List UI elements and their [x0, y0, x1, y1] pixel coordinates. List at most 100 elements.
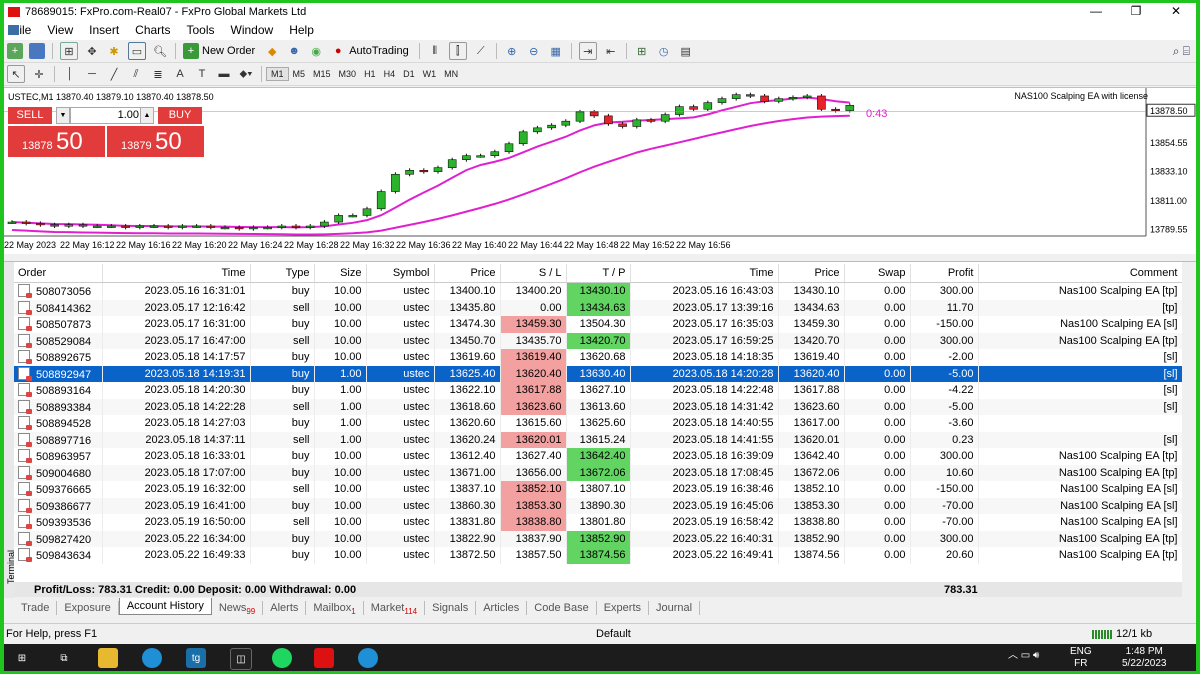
templates-icon[interactable]: ▤ [678, 43, 694, 59]
tab-trade[interactable]: Trade [14, 601, 58, 615]
tab-journal[interactable]: Journal [649, 601, 701, 615]
table-row[interactable]: 508507873 2023.05.17 16:31:00 buy 10.00 uste… [14, 316, 1183, 333]
channel-icon[interactable]: ⫽ [128, 66, 144, 82]
timeframe-d1[interactable]: D1 [399, 68, 419, 80]
menu-item-tools[interactable]: Tools [179, 23, 223, 37]
timeframe-m15[interactable]: M15 [309, 68, 335, 80]
tab-account-history[interactable]: Account History [118, 598, 212, 615]
timeframe-m1[interactable]: M1 [266, 67, 289, 81]
task-view-icon[interactable]: ⧉ [54, 648, 74, 668]
menu-item-insert[interactable]: Insert [81, 23, 127, 37]
menu-item-charts[interactable]: Charts [127, 23, 178, 37]
arrows-icon[interactable]: ▬ [216, 66, 232, 82]
candlestick-icon[interactable]: ⫿ [448, 42, 467, 60]
tab-mailbox[interactable]: Mailbox1 [306, 601, 364, 616]
column-header-8[interactable]: Time [630, 264, 779, 283]
menu-item-help[interactable]: Help [281, 23, 322, 37]
close-icon[interactable]: ✕ [1156, 3, 1196, 19]
trendline-icon[interactable]: ╱ [106, 66, 122, 82]
column-header-11[interactable]: Profit [910, 264, 979, 283]
autotrading-icon[interactable]: ● [330, 43, 346, 59]
table-row[interactable]: 508073056 2023.05.16 16:31:01 buy 10.00 uste… [14, 282, 1183, 300]
new-order-button[interactable]: New Order [202, 45, 255, 57]
metaeditor-icon[interactable]: ◆ [264, 43, 280, 59]
cursor-icon[interactable]: ↖ [7, 65, 25, 83]
column-header-12[interactable]: Comment [978, 264, 1183, 283]
column-header-4[interactable]: Symbol [366, 264, 435, 283]
zoom-in-icon[interactable]: ⊕ [504, 43, 520, 59]
periods-icon[interactable]: ◷ [656, 43, 672, 59]
buy-price[interactable]: 13879 50 [107, 126, 204, 157]
file-explorer-icon[interactable] [98, 648, 118, 668]
table-row[interactable]: 509376665 2023.05.19 16:32:00 sell 10.00 ust… [14, 481, 1183, 498]
timeframe-mn[interactable]: MN [440, 68, 462, 80]
tab-experts[interactable]: Experts [597, 601, 650, 615]
buy-button[interactable]: BUY [158, 107, 202, 124]
search-icon[interactable]: ⌕ ⌸ [1173, 44, 1190, 59]
autotrading-button[interactable]: AutoTrading [349, 45, 409, 57]
table-row[interactable]: 508529084 2023.05.17 16:47:00 sell 10.00 ust… [14, 332, 1183, 349]
shapes-dropdown-icon[interactable]: ⬥▾ [238, 66, 254, 82]
column-header-9[interactable]: Price [778, 264, 845, 283]
minimize-icon[interactable]: — [1076, 3, 1116, 19]
tab-exposure[interactable]: Exposure [57, 601, 119, 615]
table-row[interactable]: 509393536 2023.05.19 16:50:00 sell 10.00 ust… [14, 514, 1183, 531]
sell-price[interactable]: 13878 50 [8, 126, 105, 157]
bar-chart-icon[interactable]: ⫴ [427, 43, 443, 59]
column-header-10[interactable]: Swap [844, 264, 911, 283]
table-row[interactable]: 509386677 2023.05.19 16:41:00 buy 10.00 uste… [14, 497, 1183, 514]
timeframe-m5[interactable]: M5 [289, 68, 310, 80]
column-header-6[interactable]: S / L [500, 264, 567, 283]
tab-signals[interactable]: Signals [425, 601, 477, 615]
chart-shift-icon[interactable]: ⇤ [603, 43, 619, 59]
windows-start-icon[interactable]: ⊞ [12, 648, 32, 668]
timeframe-m30[interactable]: M30 [335, 68, 361, 80]
tile-windows-icon[interactable]: ▦ [548, 43, 564, 59]
column-header-7[interactable]: T / P [566, 264, 631, 283]
new-chart-icon[interactable]: + [7, 43, 23, 59]
lot-size-input[interactable]: 1.00 [70, 107, 144, 124]
new-order-icon[interactable]: + [183, 43, 199, 59]
profiles-icon[interactable] [29, 43, 45, 59]
fibonacci-icon[interactable]: ≣ [150, 66, 166, 82]
tab-alerts[interactable]: Alerts [263, 601, 307, 615]
tab-code-base[interactable]: Code Base [527, 601, 597, 615]
lot-up-icon[interactable]: ▲ [140, 107, 154, 124]
data-window-icon[interactable]: ✥ [84, 43, 100, 59]
tab-market[interactable]: Market114 [364, 601, 426, 616]
timeframe-h1[interactable]: H1 [360, 68, 380, 80]
browser-icon[interactable] [358, 648, 378, 668]
language-indicator[interactable]: ENG FR [1070, 646, 1092, 670]
column-header-0[interactable]: Order [14, 264, 103, 283]
table-row[interactable]: 508892675 2023.05.18 14:17:57 buy 10.00 uste… [14, 349, 1183, 366]
menu-item-window[interactable]: Window [223, 23, 282, 37]
tester-icon[interactable]: 🔍︎ [152, 43, 168, 59]
market-watch-icon[interactable]: ⊞ [60, 42, 78, 60]
restore-icon[interactable]: ❐ [1116, 3, 1156, 19]
tab-news[interactable]: News99 [212, 601, 264, 616]
lot-down-icon[interactable]: ▼ [56, 107, 70, 124]
table-row[interactable]: 508894528 2023.05.18 14:27:03 buy 1.00 ustec… [14, 415, 1183, 432]
text-icon[interactable]: A [172, 66, 188, 82]
spotify-icon[interactable] [272, 648, 292, 668]
column-header-3[interactable]: Size [314, 264, 367, 283]
zoom-out-icon[interactable]: ⊖ [526, 43, 542, 59]
menu-item-view[interactable]: View [39, 23, 81, 37]
table-row[interactable]: 508893164 2023.05.18 14:20:30 buy 1.00 ustec… [14, 382, 1183, 399]
auto-scroll-icon[interactable]: ⇥ [578, 42, 597, 60]
clock[interactable]: 1:48 PM 5/22/2023 [1122, 646, 1167, 670]
line-chart-icon[interactable]: ⟋ [473, 43, 489, 59]
horizontal-line-icon[interactable]: ─ [84, 66, 100, 82]
fxpro-app-icon[interactable] [314, 648, 334, 668]
vertical-line-icon[interactable]: │ [62, 66, 78, 82]
navigator-icon[interactable]: ✱ [106, 43, 122, 59]
sell-button[interactable]: SELL [8, 107, 52, 124]
label-icon[interactable]: T [194, 66, 210, 82]
users-icon[interactable]: ☻ [286, 43, 302, 59]
edge-icon[interactable] [142, 648, 162, 668]
tab-articles[interactable]: Articles [476, 601, 528, 615]
vertical-scrollbar[interactable] [1182, 262, 1196, 598]
column-header-5[interactable]: Price [434, 264, 501, 283]
column-header-1[interactable]: Time [102, 264, 251, 283]
chart-window[interactable]: 13878.50 13854.55 13833.10 13811.00 13789.55… [4, 87, 1196, 254]
